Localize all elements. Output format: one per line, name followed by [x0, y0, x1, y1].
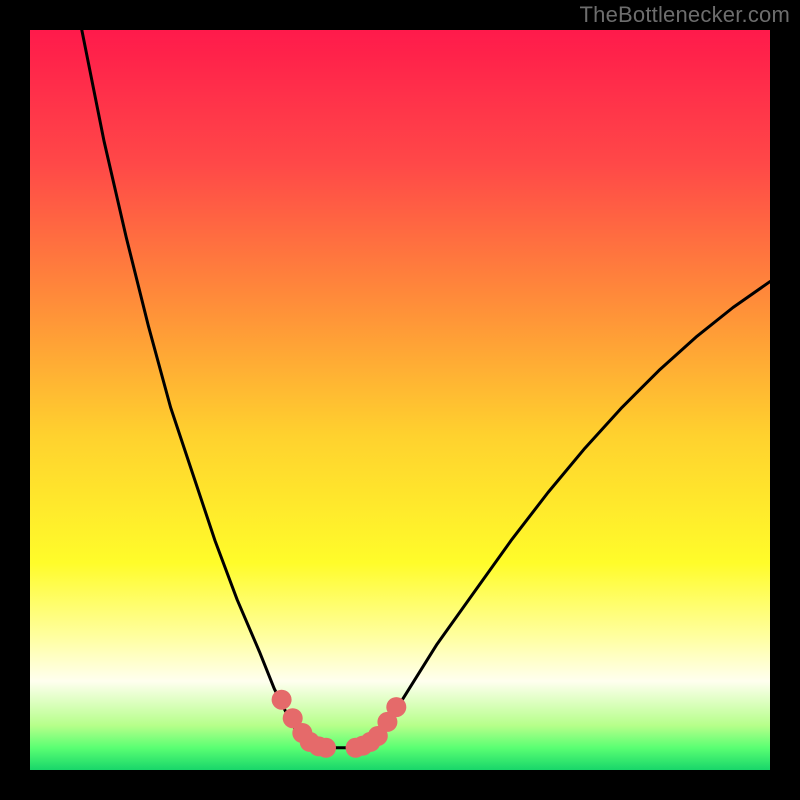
watermark-text: TheBottlenecker.com	[580, 2, 790, 28]
gradient-background	[30, 30, 770, 770]
bottleneck-chart	[0, 0, 800, 800]
emphasis-markers-right-point	[386, 697, 406, 717]
emphasis-markers-left-point	[316, 738, 336, 758]
emphasis-markers-left-point	[272, 690, 292, 710]
chart-frame: TheBottlenecker.com	[0, 0, 800, 800]
